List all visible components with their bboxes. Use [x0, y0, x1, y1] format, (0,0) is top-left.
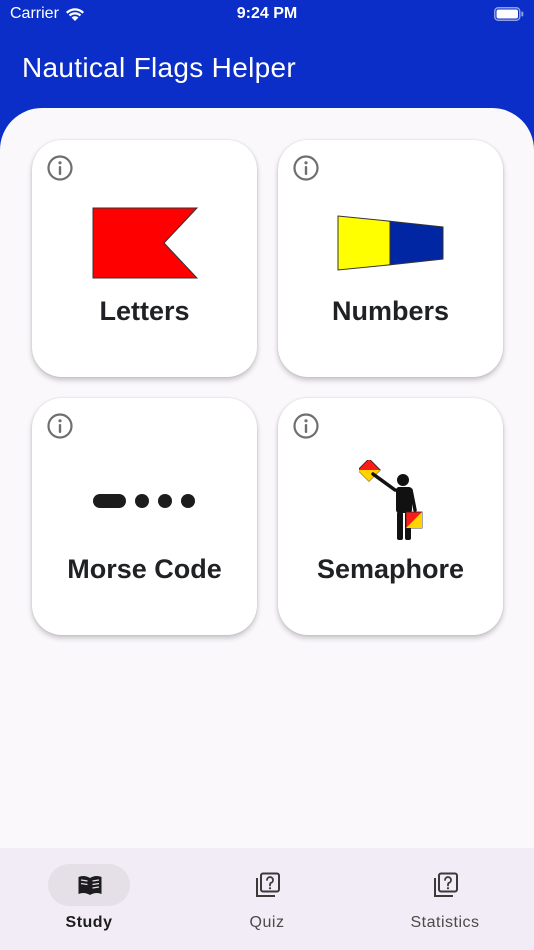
nav-label-study: Study [65, 914, 113, 931]
nav-item-quiz[interactable] [178, 848, 356, 950]
semaphore-figure-icon [358, 460, 422, 540]
status-time: 9:24 PM [236, 5, 298, 22]
book-icon [78, 875, 102, 895]
nav-label-statistics: Statistics [410, 914, 480, 931]
card-graphic [278, 456, 503, 546]
status-bar: Carrier 9:24 PM [0, 0, 534, 30]
card-graphic [32, 456, 257, 546]
app-title: Nautical Flags Helper [22, 52, 296, 83]
bottom-navigation [0, 848, 534, 950]
morse-dots-icon [92, 494, 195, 508]
card-label-morse-code: Morse Code [67, 554, 222, 584]
semaphore-card[interactable]: Semaphore [278, 398, 503, 635]
pennant-icon [337, 215, 443, 271]
info-icon[interactable] [46, 154, 74, 182]
info-icon[interactable] [46, 412, 74, 440]
nav-item-statistics[interactable] [356, 848, 534, 950]
letters-card[interactable]: Letters [32, 140, 257, 377]
content-area: Letters Numbers Morse Code Semaphore [0, 108, 534, 848]
statistics-icon [434, 872, 458, 897]
morse-code-card[interactable]: Morse Code [32, 398, 257, 635]
card-graphic [32, 198, 257, 288]
numbers-card[interactable]: Numbers [278, 140, 503, 377]
card-label-numbers: Numbers [331, 296, 450, 326]
flag-b-icon [92, 207, 198, 279]
battery-icon [494, 7, 524, 21]
card-label-semaphore: Semaphore [316, 554, 465, 584]
card-label-letters: Letters [99, 296, 190, 326]
quiz-icon [256, 872, 280, 897]
nav-label-quiz: Quiz [249, 914, 285, 931]
card-graphic [278, 198, 503, 288]
nav-item-study[interactable] [0, 848, 178, 950]
info-icon[interactable] [292, 412, 320, 440]
info-icon[interactable] [292, 154, 320, 182]
